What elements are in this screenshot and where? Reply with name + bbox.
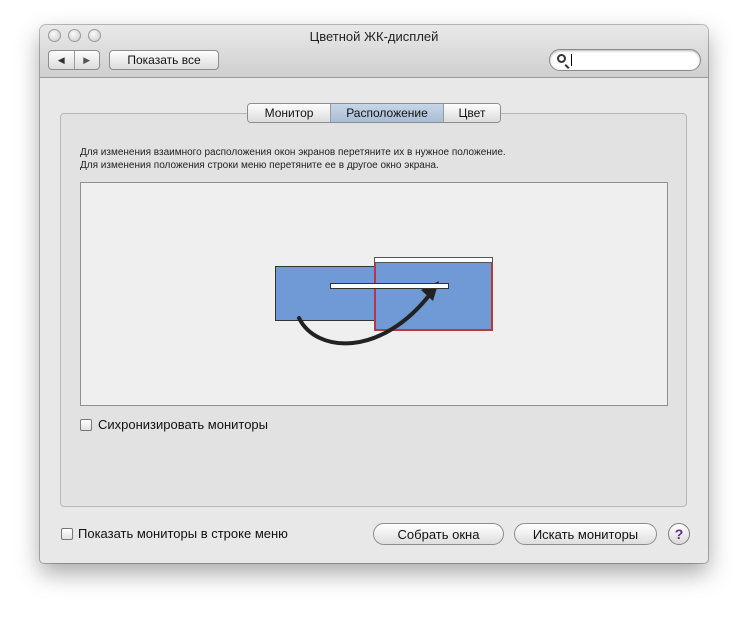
tab-monitor[interactable]: Монитор <box>248 104 331 122</box>
detect-displays-button[interactable]: Искать мониторы <box>514 523 657 545</box>
show-in-menubar-label: Показать мониторы в строке меню <box>78 526 288 541</box>
preferences-window: Цветной ЖК-дисплей ◀ ▶ Показать все Мони… <box>40 25 708 563</box>
mirror-monitors-checkbox[interactable] <box>80 419 92 431</box>
tab-color[interactable]: Цвет <box>444 104 500 122</box>
instruction-line-2: Для изменения положения строки меню пере… <box>80 160 439 171</box>
search-field[interactable] <box>549 49 701 71</box>
text-caret <box>571 54 572 66</box>
help-button[interactable]: ? <box>668 523 690 545</box>
back-icon[interactable]: ◀ <box>49 51 75 69</box>
titlebar: Цветной ЖК-дисплей ◀ ▶ Показать все <box>40 25 708 78</box>
search-input[interactable] <box>574 52 698 70</box>
arrangement-area <box>80 182 668 406</box>
window-title: Цветной ЖК-дисплей <box>309 29 439 44</box>
forward-icon[interactable]: ▶ <box>75 51 100 69</box>
show-all-button[interactable]: Показать все <box>109 50 219 70</box>
search-icon <box>557 54 566 63</box>
instructions: Для изменения взаимного расположения око… <box>80 146 506 172</box>
instruction-line-1: Для изменения взаимного расположения око… <box>80 147 506 158</box>
gather-windows-button[interactable]: Собрать окна <box>373 523 504 545</box>
nav-segment: ◀ ▶ <box>48 50 100 70</box>
dragged-menu-bar[interactable] <box>330 283 449 289</box>
curved-arrow-icon <box>297 281 439 346</box>
tab-arrangement[interactable]: Расположение <box>331 104 444 122</box>
mirror-monitors-label: Сихронизировать мониторы <box>98 417 268 432</box>
show-in-menubar-checkbox[interactable] <box>61 528 73 540</box>
tab-bar: Монитор Расположение Цвет <box>247 103 501 123</box>
